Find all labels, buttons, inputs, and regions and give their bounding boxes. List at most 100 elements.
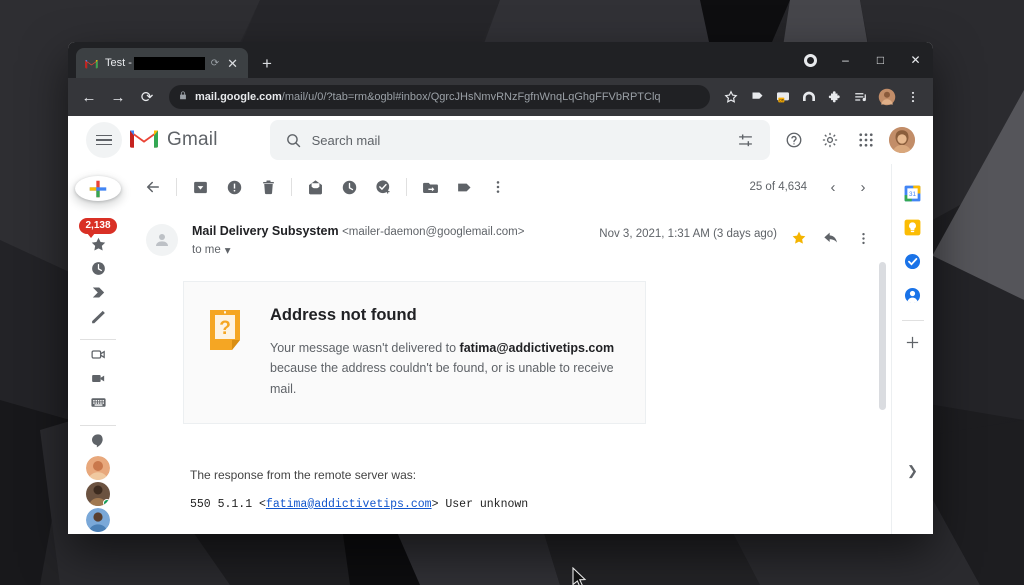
chevron-down-icon[interactable]: ▾ xyxy=(225,243,231,257)
sidebar-item-sent[interactable] xyxy=(74,284,122,306)
search-bar[interactable] xyxy=(269,120,770,160)
chevron-left-icon[interactable]: ‹ xyxy=(819,173,847,201)
trash-icon[interactable] xyxy=(251,170,285,204)
address-bar[interactable]: mail.google.com/mail/u/0/?tab=rm&ogbl#in… xyxy=(169,85,710,109)
sidebar-contact-3[interactable] xyxy=(74,507,122,532)
response-label: The response from the remote server was: xyxy=(190,467,417,482)
star-filled-icon[interactable] xyxy=(785,224,813,252)
snooze-clock-icon[interactable] xyxy=(332,170,366,204)
three-dot-menu-icon[interactable] xyxy=(901,85,925,109)
google-calendar-icon[interactable]: 31 xyxy=(897,176,929,210)
close-window-button[interactable]: ✕ xyxy=(898,42,933,78)
response-code-prefix: 550 5.1.1 < xyxy=(190,497,266,511)
sidebar-item-drafts[interactable] xyxy=(74,308,122,330)
reload-button[interactable]: ⟳ xyxy=(134,84,160,110)
address-not-found-card: ? Address not found Your message wasn't … xyxy=(183,281,646,424)
sidebar-contact-2[interactable] xyxy=(74,481,122,506)
clock-icon xyxy=(90,260,107,282)
sidebar-item-inbox[interactable]: 2,138 xyxy=(74,217,122,238)
recipient-text: to me xyxy=(192,244,221,256)
search-icon xyxy=(276,132,312,149)
redacted-title-block xyxy=(133,56,205,70)
window-controls: – □ ✕ xyxy=(793,42,933,78)
google-contacts-icon[interactable] xyxy=(897,278,929,312)
record-dot-icon[interactable] xyxy=(793,42,828,78)
expand-panel-chevron-right-icon[interactable]: ❯ xyxy=(898,456,928,486)
report-spam-icon[interactable] xyxy=(217,170,251,204)
message-meta: Nov 3, 2021, 1:31 AM (3 days ago) xyxy=(599,220,877,257)
sidebar-item-new-meeting[interactable] xyxy=(74,346,122,368)
star-outline-icon[interactable] xyxy=(719,85,743,109)
close-icon[interactable]: ✕ xyxy=(225,55,240,72)
addon-panel: 31 ❯ xyxy=(891,164,933,534)
sidebar-item-join-meeting[interactable] xyxy=(74,370,122,392)
archive-icon[interactable] xyxy=(183,170,217,204)
toolbar-icons: Off xyxy=(719,85,925,109)
playlist-icon[interactable] xyxy=(849,85,873,109)
puzzle-extensions-icon[interactable] xyxy=(823,85,847,109)
sidebar-item-hangouts[interactable] xyxy=(74,433,122,454)
account-avatar[interactable] xyxy=(887,125,917,155)
arch-bridge-icon[interactable] xyxy=(797,85,821,109)
more-vertical-icon[interactable] xyxy=(849,224,877,252)
sidebar-item-snoozed[interactable] xyxy=(74,260,122,282)
google-tasks-icon[interactable] xyxy=(897,244,929,278)
question-document-icon: ? xyxy=(206,306,250,399)
response-email-link[interactable]: fatima@addictivetips.com xyxy=(266,498,432,511)
header-actions xyxy=(779,125,927,155)
browser-window: Test - ⟳ ✕ + – □ ✕ ← → ⟳ mail.google.com… xyxy=(68,42,933,534)
search-options-icon[interactable] xyxy=(728,123,764,157)
sender-line: Mail Delivery Subsystem <mailer-daemon@g… xyxy=(192,224,599,238)
error-body-before: Your message wasn't delivered to xyxy=(270,341,460,355)
tag-flag-icon[interactable] xyxy=(745,85,769,109)
minimize-button[interactable]: – xyxy=(828,42,863,78)
move-to-folder-icon[interactable] xyxy=(413,170,447,204)
message-date: Nov 3, 2021, 1:31 AM (3 days ago) xyxy=(599,228,777,240)
help-icon[interactable] xyxy=(779,125,809,155)
reply-arrow-icon[interactable] xyxy=(817,224,845,252)
gmail-logo[interactable]: Gmail xyxy=(128,126,218,155)
new-tab-button[interactable]: + xyxy=(258,55,276,72)
gmail-icon xyxy=(84,56,99,71)
add-addon-button[interactable] xyxy=(897,325,929,359)
gear-icon[interactable] xyxy=(815,125,845,155)
sender-name: Mail Delivery Subsystem xyxy=(192,224,339,238)
sidebar-contact-1[interactable] xyxy=(74,455,122,480)
maximize-button[interactable]: □ xyxy=(863,42,898,78)
error-title: Address not found xyxy=(270,306,417,324)
google-keep-icon[interactable] xyxy=(897,210,929,244)
forward-button[interactable]: → xyxy=(105,84,131,110)
toolbar-divider-2 xyxy=(291,178,292,196)
more-vertical-icon[interactable] xyxy=(481,170,515,204)
browser-profile-avatar[interactable] xyxy=(875,85,899,109)
browser-tab-active[interactable]: Test - ⟳ ✕ xyxy=(76,48,248,78)
message-scrollbar-thumb[interactable] xyxy=(879,262,886,410)
reload-icon[interactable]: ⟳ xyxy=(211,58,219,69)
recipient-line[interactable]: to me ▾ xyxy=(192,243,599,257)
pencil-icon xyxy=(90,308,107,330)
hangouts-icon xyxy=(90,433,106,454)
search-input[interactable] xyxy=(311,132,728,148)
error-body: Your message wasn't delivered to fatima@… xyxy=(270,338,623,399)
apps-grid-icon[interactable] xyxy=(851,125,881,155)
mark-unread-icon[interactable] xyxy=(298,170,332,204)
sidebar-item-keyboard[interactable] xyxy=(74,394,122,416)
chevron-right-icon[interactable]: › xyxy=(849,173,877,201)
add-to-tasks-icon[interactable] xyxy=(366,170,400,204)
sidebar-rail: 2,138 xyxy=(68,164,128,534)
hamburger-menu-icon[interactable] xyxy=(86,122,122,158)
sender-address: <mailer-daemon@googlemail.com> xyxy=(342,226,525,238)
gmail-logo-icon xyxy=(128,126,160,155)
back-button[interactable]: ← xyxy=(76,84,102,110)
sidebar-divider-2 xyxy=(80,425,116,426)
back-arrow-icon[interactable] xyxy=(136,170,170,204)
compose-button[interactable] xyxy=(75,176,121,202)
url-text: mail.google.com/mail/u/0/?tab=rm&ogbl#in… xyxy=(195,91,661,103)
labels-icon[interactable] xyxy=(447,170,481,204)
device-off-icon[interactable]: Off xyxy=(771,85,795,109)
tab-strip: Test - ⟳ ✕ + – □ ✕ xyxy=(68,42,933,78)
toolbar-divider-3 xyxy=(406,178,407,196)
sidebar-item-starred[interactable] xyxy=(74,236,122,258)
message-scroll-area: Mail Delivery Subsystem <mailer-daemon@g… xyxy=(128,210,891,534)
star-icon xyxy=(90,236,107,258)
